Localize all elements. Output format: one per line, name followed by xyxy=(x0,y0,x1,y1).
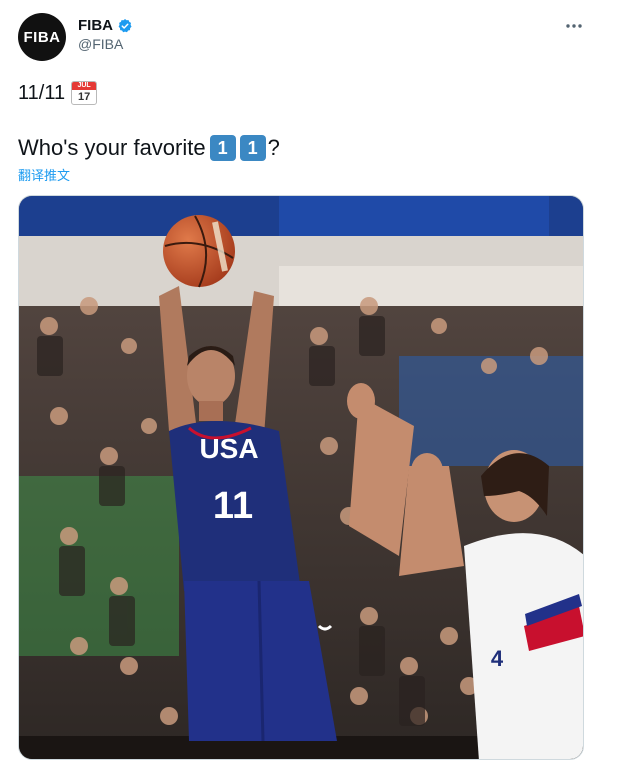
keycap-one-icon: 1 xyxy=(209,135,236,161)
more-options-button[interactable] xyxy=(562,14,586,38)
basketball-photo: USA 11 4 xyxy=(19,196,583,759)
question-mark: ? xyxy=(267,135,280,160)
author-handle[interactable]: @FIBA xyxy=(78,36,133,52)
usa-jersey-team: USA xyxy=(199,433,258,464)
fiba-avatar[interactable]: FIBA xyxy=(18,13,66,61)
calendar-day: 17 xyxy=(77,91,91,103)
tweet-actions-partial xyxy=(18,762,578,769)
verified-badge-icon xyxy=(117,18,133,34)
date-text: 11/11 xyxy=(18,81,66,104)
author-info[interactable]: FIBA @FIBA xyxy=(78,17,133,52)
calendar-month: JUL xyxy=(72,82,97,90)
opponent-jersey-number: 4 xyxy=(491,646,504,671)
question-text: Who's your favorite xyxy=(18,135,206,160)
ellipsis-icon xyxy=(566,24,582,28)
usa-jersey-number: 11 xyxy=(213,485,253,527)
tweet-photo[interactable]: USA 11 4 xyxy=(18,195,584,760)
tweet-text-line2: Who's your favorite 1 1 ? xyxy=(18,134,280,162)
avatar-text: FIBA xyxy=(23,28,61,46)
keycap-one-icon: 1 xyxy=(239,135,266,161)
translate-tweet-link[interactable]: 翻译推文 xyxy=(18,165,70,184)
display-name-row: FIBA xyxy=(78,17,133,34)
display-name[interactable]: FIBA xyxy=(78,17,113,34)
calendar-icon: JUL 17 xyxy=(71,81,98,105)
tweet-text-line1: 11/11 JUL 17 xyxy=(18,80,98,106)
